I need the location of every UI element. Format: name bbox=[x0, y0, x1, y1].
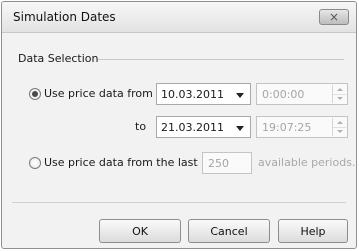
to-time-spinner[interactable]: 19:07:25 bbox=[256, 116, 348, 138]
spin-down-icon[interactable] bbox=[333, 94, 346, 103]
simulation-dates-dialog: Simulation Dates × Data Selection Use pr… bbox=[1, 1, 357, 249]
from-time-value: 0:00:00 bbox=[262, 88, 305, 101]
from-time-spinner[interactable]: 0:00:00 bbox=[256, 83, 348, 105]
from-date-value: 10.03.2011 bbox=[161, 88, 224, 101]
to-label: to bbox=[135, 120, 147, 133]
close-button[interactable]: × bbox=[319, 9, 349, 25]
available-periods-label: available periods. bbox=[258, 156, 356, 169]
periods-value: 250 bbox=[208, 157, 229, 170]
from-date-dropdown[interactable]: 10.03.2011 bbox=[156, 83, 251, 105]
help-button[interactable]: Help bbox=[278, 219, 348, 243]
dialog-title: Simulation Dates bbox=[13, 10, 116, 24]
radio-use-price-data-from[interactable] bbox=[29, 88, 41, 100]
radio-use-price-data-from-last[interactable] bbox=[29, 157, 41, 169]
title-bar: Simulation Dates × bbox=[2, 2, 356, 33]
use-price-data-from-label: Use price data from bbox=[44, 87, 153, 100]
footer-divider bbox=[12, 202, 346, 203]
ok-button[interactable]: OK bbox=[99, 219, 181, 243]
to-date-dropdown[interactable]: 21.03.2011 bbox=[156, 116, 251, 138]
close-icon: × bbox=[328, 10, 340, 24]
chevron-down-icon bbox=[236, 126, 244, 131]
to-date-value: 21.03.2011 bbox=[161, 121, 224, 134]
periods-input[interactable]: 250 bbox=[202, 152, 252, 174]
section-divider bbox=[98, 59, 344, 60]
data-selection-label: Data Selection bbox=[18, 52, 99, 65]
use-price-data-from-last-label: Use price data from the last bbox=[44, 156, 198, 169]
spin-down-icon[interactable] bbox=[333, 127, 346, 136]
chevron-down-icon bbox=[236, 93, 244, 98]
to-time-value: 19:07:25 bbox=[262, 121, 312, 134]
cancel-button[interactable]: Cancel bbox=[188, 219, 270, 243]
